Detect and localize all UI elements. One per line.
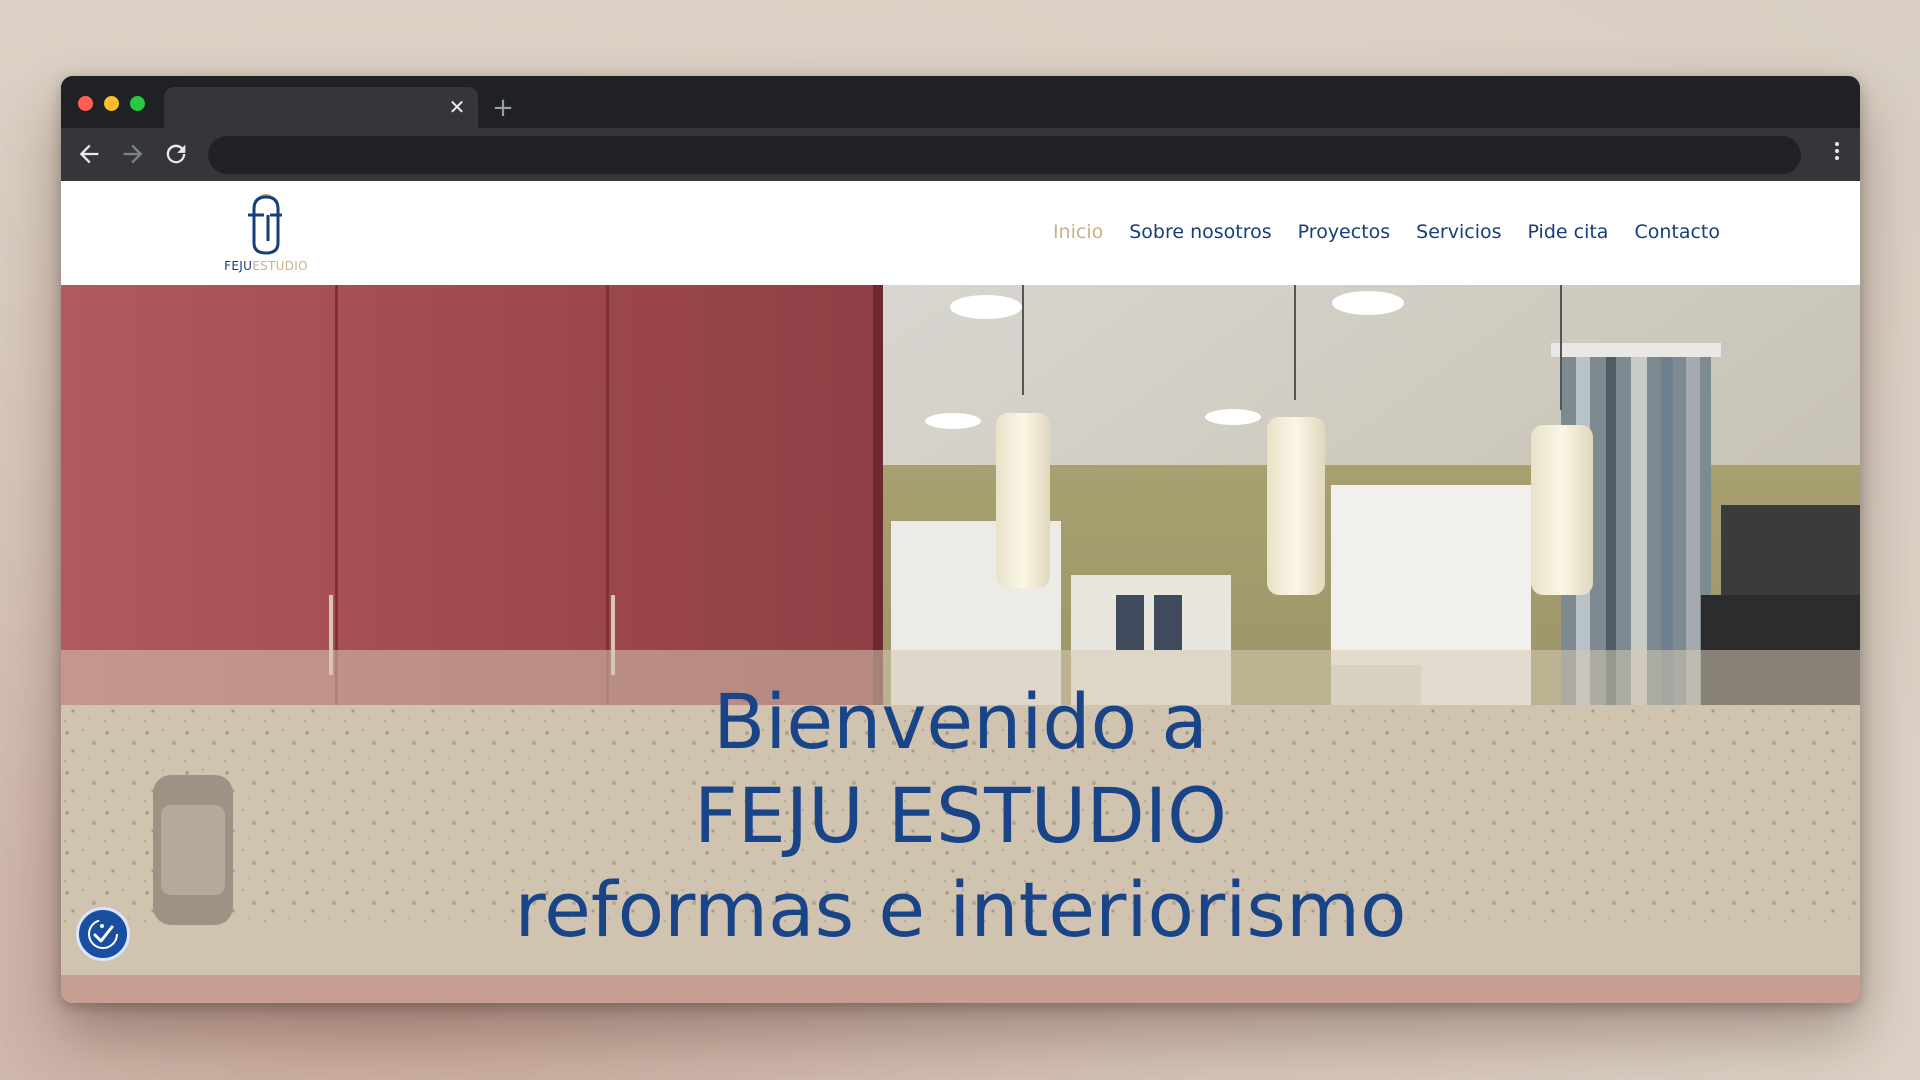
nav-item-contacto[interactable]: Contacto [1634, 221, 1720, 243]
browser-tab[interactable]: ✕ [164, 87, 478, 128]
hero-heading: Bienvenido a FEJU ESTUDIO reformas e int… [61, 675, 1860, 957]
nav-item-inicio[interactable]: Inicio [1053, 221, 1103, 243]
new-tab-icon[interactable]: + [491, 95, 515, 121]
browser-titlebar: ✕ + [61, 76, 1860, 128]
logo-mark-icon [248, 193, 282, 255]
minimize-window-button[interactable] [104, 96, 119, 111]
browser-window: ✕ + FEJUESTUDIO Inicio Sobre nosotros Pr… [61, 76, 1860, 1003]
browser-toolbar [61, 128, 1860, 181]
nav-item-pide-cita[interactable]: Pide cita [1528, 221, 1609, 243]
close-window-button[interactable] [78, 96, 93, 111]
logo-text-primary: FEJU [224, 259, 253, 273]
address-bar[interactable] [208, 136, 1801, 174]
hero-line-3: reformas e interiorismo [514, 865, 1407, 954]
hero-line-2: FEJU ESTUDIO [693, 771, 1227, 860]
page-viewport: FEJUESTUDIO Inicio Sobre nosotros Proyec… [61, 181, 1860, 1003]
nav-item-proyectos[interactable]: Proyectos [1298, 221, 1391, 243]
site-logo[interactable]: FEJUESTUDIO [218, 191, 314, 277]
forward-arrow-icon[interactable] [119, 140, 147, 168]
site-header: FEJUESTUDIO Inicio Sobre nosotros Proyec… [61, 181, 1860, 285]
close-tab-icon[interactable]: ✕ [446, 96, 468, 118]
logo-text-secondary: ESTUDIO [252, 259, 308, 273]
main-nav: Inicio Sobre nosotros Proyectos Servicio… [1053, 221, 1720, 243]
accessibility-check-icon[interactable] [76, 907, 130, 961]
kebab-menu-icon[interactable] [1832, 142, 1842, 166]
nav-item-servicios[interactable]: Servicios [1416, 221, 1501, 243]
reload-icon[interactable] [162, 140, 190, 168]
hero-section: Bienvenido a FEJU ESTUDIO reformas e int… [61, 285, 1860, 1003]
nav-item-sobre-nosotros[interactable]: Sobre nosotros [1129, 221, 1271, 243]
logo-wordmark: FEJUESTUDIO [218, 259, 314, 273]
hero-line-1: Bienvenido a [713, 677, 1208, 766]
back-arrow-icon[interactable] [75, 140, 103, 168]
maximize-window-button[interactable] [130, 96, 145, 111]
